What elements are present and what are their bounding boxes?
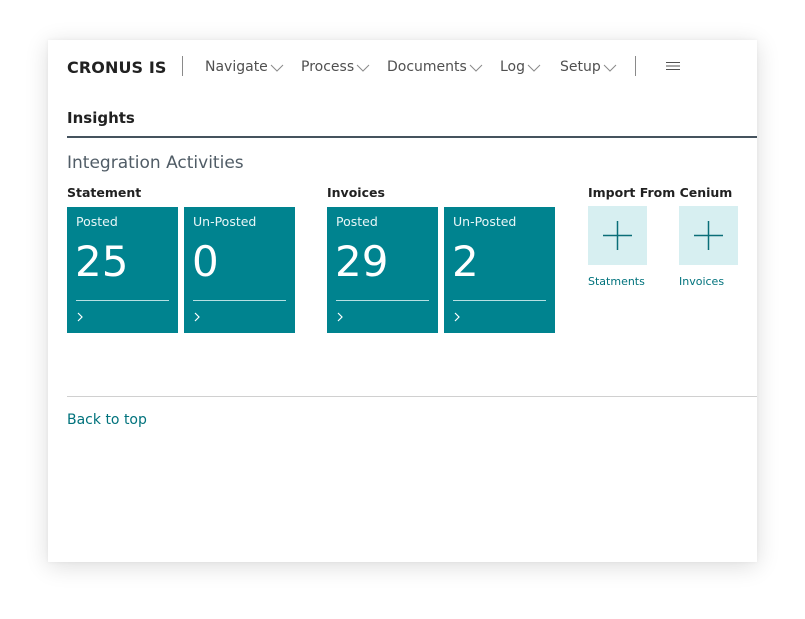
- tile-statement-unposted[interactable]: Un-Posted 0: [184, 207, 295, 333]
- header-divider: [182, 56, 183, 76]
- menu-navigate[interactable]: Navigate: [205, 59, 284, 75]
- menu-process-label: Process: [301, 59, 355, 75]
- menu-documents-label: Documents: [387, 59, 467, 75]
- chevron-down-icon: [469, 64, 483, 72]
- menu-setup-label: Setup: [560, 59, 601, 75]
- chevron-right-icon: [77, 312, 83, 322]
- tile-label: Posted: [76, 214, 118, 229]
- import-statements-button[interactable]: [588, 206, 647, 265]
- chevron-right-icon: [454, 312, 460, 322]
- chevron-down-icon: [603, 64, 617, 72]
- tile-value: 29: [335, 237, 389, 286]
- menu-log-label: Log: [500, 59, 526, 75]
- section-divider: [67, 396, 757, 397]
- tile-label: Posted: [336, 214, 378, 229]
- tile-divider: [453, 300, 546, 301]
- tile-value: 25: [75, 237, 129, 286]
- tile-divider: [193, 300, 286, 301]
- group-title-statement: Statement: [67, 185, 142, 200]
- import-invoices-label[interactable]: Invoices: [679, 275, 724, 288]
- tile-value: 2: [452, 237, 479, 286]
- group-title-invoices: Invoices: [327, 185, 385, 200]
- import-statements-label[interactable]: Statments: [588, 275, 645, 288]
- menu-setup[interactable]: Setup: [560, 59, 617, 75]
- tile-label: Un-Posted: [193, 214, 257, 229]
- chevron-down-icon: [270, 64, 284, 72]
- hamburger-icon[interactable]: [666, 61, 680, 71]
- insights-divider: [67, 136, 757, 138]
- plus-icon: [603, 221, 632, 250]
- chevron-right-icon: [194, 312, 200, 322]
- tile-value: 0: [192, 237, 219, 286]
- tile-divider: [336, 300, 429, 301]
- tile-statement-posted[interactable]: Posted 25: [67, 207, 178, 333]
- chevron-down-icon: [356, 64, 370, 72]
- tile-invoices-posted[interactable]: Posted 29: [327, 207, 438, 333]
- header-divider: [635, 56, 636, 76]
- section-title: Integration Activities: [67, 153, 244, 173]
- group-title-import: Import From Cenium: [588, 185, 733, 200]
- menu-process[interactable]: Process: [301, 59, 370, 75]
- tile-invoices-unposted[interactable]: Un-Posted 2: [444, 207, 555, 333]
- menu-navigate-label: Navigate: [205, 59, 268, 75]
- tile-divider: [76, 300, 169, 301]
- company-name: CRONUS IS: [67, 58, 167, 77]
- chevron-right-icon: [337, 312, 343, 322]
- back-to-top-link[interactable]: Back to top: [67, 412, 147, 428]
- import-invoices-button[interactable]: [679, 206, 738, 265]
- menu-documents[interactable]: Documents: [387, 59, 483, 75]
- chevron-down-icon: [527, 64, 541, 72]
- insights-title: Insights: [67, 109, 135, 127]
- menu-log[interactable]: Log: [500, 59, 541, 75]
- plus-icon: [694, 221, 723, 250]
- page-card: CRONUS IS Navigate Process Documents Log…: [48, 40, 757, 562]
- header-bar: CRONUS IS Navigate Process Documents Log…: [48, 40, 757, 92]
- tile-label: Un-Posted: [453, 214, 517, 229]
